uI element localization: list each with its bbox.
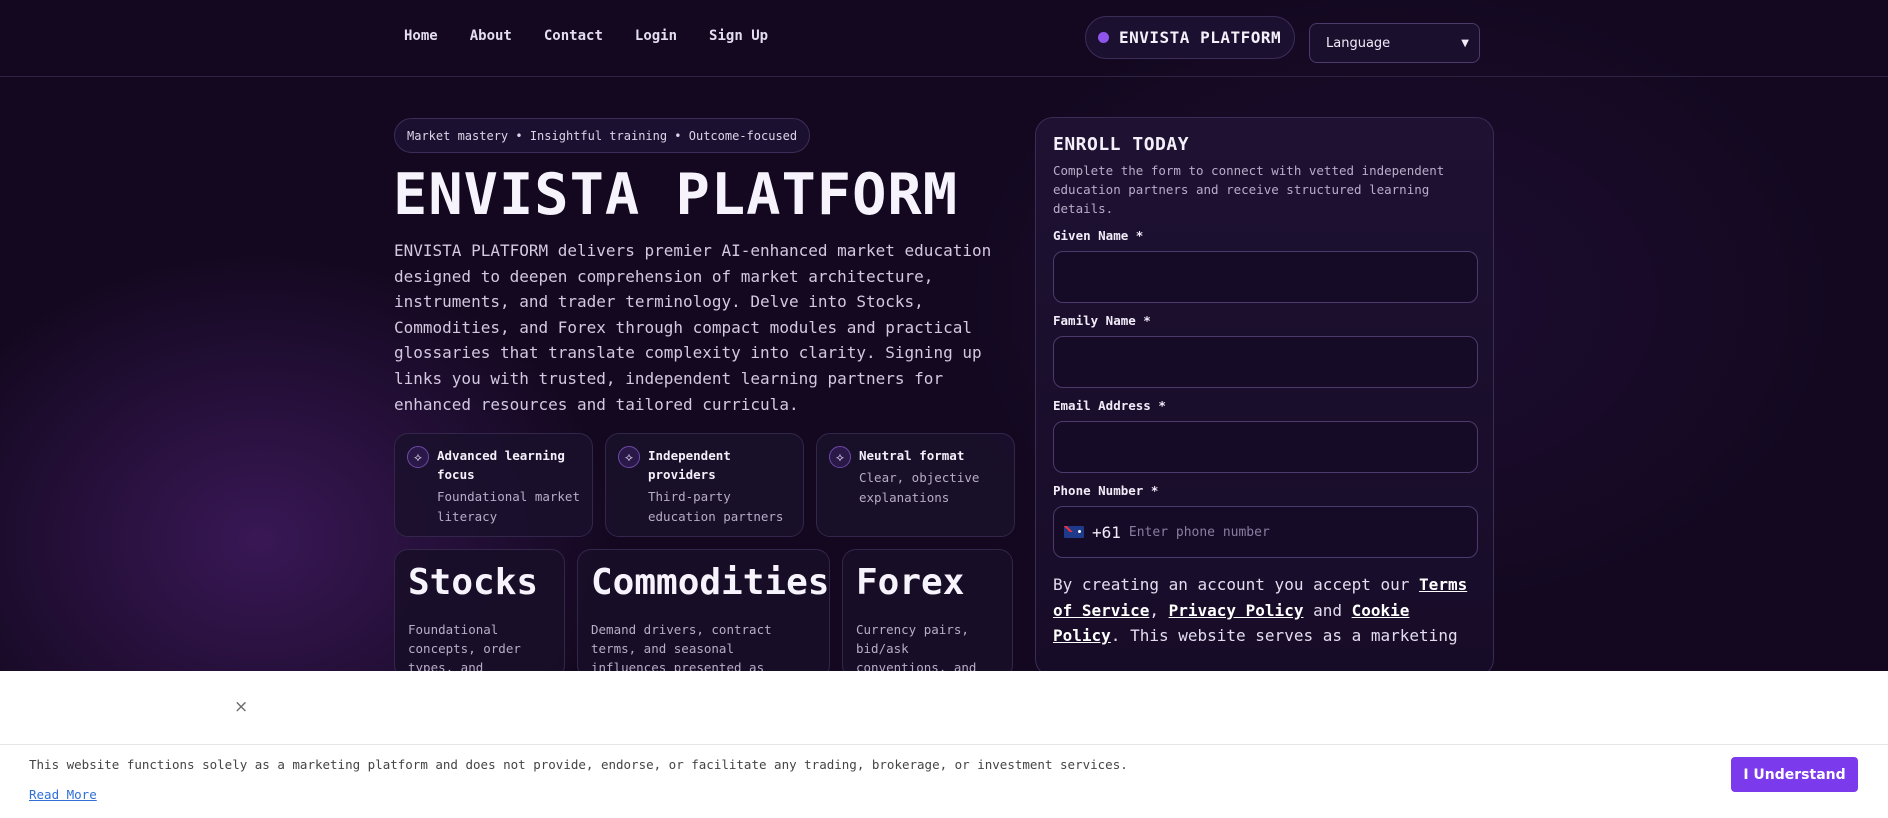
banner-divider (0, 744, 1888, 745)
chevron-down-icon: ▼ (1461, 37, 1469, 49)
market-card-forex[interactable]: Forex Currency pairs, bid/ask convention… (842, 549, 1013, 679)
form-title: ENROLL TODAY (1053, 134, 1190, 155)
market-card-title: Forex (856, 562, 965, 603)
phone-country-code[interactable]: +61 (1092, 523, 1121, 542)
feature-title: Neutral format (859, 448, 965, 463)
feature-title: Advanced learning focus (437, 448, 565, 482)
phone-input[interactable] (1128, 524, 1449, 540)
terms-text: By creating an account you accept our Te… (1053, 572, 1478, 649)
language-select[interactable]: Language ▼ (1309, 23, 1480, 63)
brand-badge[interactable]: ENVISTA PLATFORM (1085, 16, 1295, 59)
hero-description: ENVISTA PLATFORM delivers premier AI-enh… (394, 241, 992, 414)
feature-card: ⟡ Advanced learning focus Foundational m… (394, 433, 593, 537)
read-more-link[interactable]: Read More (29, 787, 97, 802)
diamond-icon: ⟡ (829, 446, 851, 468)
disclaimer-banner: × This website functions solely as a mar… (0, 671, 1888, 818)
given-name-input[interactable] (1053, 251, 1478, 303)
nav-signup-link[interactable]: Sign Up (709, 28, 768, 44)
brand-name: ENVISTA PLATFORM (1119, 28, 1282, 47)
phone-field: +61 (1053, 506, 1478, 558)
language-select-value: Language (1326, 35, 1391, 51)
form-subtitle: Complete the form to connect with vetted… (1053, 163, 1445, 216)
market-card-commodities[interactable]: Commodities Demand drivers, contract ter… (577, 549, 830, 679)
terms-prefix: By creating an account you accept our (1053, 575, 1420, 594)
feature-title: Independent providers (648, 448, 731, 482)
feature-card: ⟡ Independent providers Third-party educ… (605, 433, 804, 537)
market-card-title: Stocks (408, 562, 539, 603)
enroll-form: ENROLL TODAY Complete the form to connec… (1035, 117, 1494, 677)
i-understand-button[interactable]: I Understand (1731, 757, 1858, 792)
diamond-icon: ⟡ (618, 446, 640, 468)
feature-list: ⟡ Advanced learning focus Foundational m… (394, 433, 1015, 537)
market-cards: Stocks Foundational concepts, order type… (394, 549, 1013, 679)
australia-flag-icon[interactable] (1064, 526, 1084, 538)
main-nav: Home About Contact Login Sign Up (404, 28, 768, 44)
email-input[interactable] (1053, 421, 1478, 473)
disclaimer-text: This website functions solely as a marke… (29, 757, 1128, 772)
close-icon[interactable]: × (234, 697, 248, 717)
terms-separator: and (1303, 600, 1352, 620)
feature-subtitle: Third-party education partners (648, 489, 784, 524)
market-card-stocks[interactable]: Stocks Foundational concepts, order type… (394, 549, 565, 679)
market-card-description: Foundational concepts, order types, and (408, 622, 521, 675)
terms-suffix: . This website serves as a marketing (1110, 626, 1458, 646)
email-label: Email Address * (1053, 398, 1166, 413)
nav-about-link[interactable]: About (470, 28, 512, 44)
hero-title: ENVISTA PLATFORM (393, 162, 959, 228)
nav-contact-link[interactable]: Contact (544, 28, 603, 44)
family-name-input[interactable] (1053, 336, 1478, 388)
nav-login-link[interactable]: Login (635, 28, 677, 44)
brand-dot-icon (1098, 32, 1109, 43)
diamond-icon: ⟡ (407, 446, 429, 468)
phone-label: Phone Number * (1053, 483, 1159, 498)
market-card-title: Commodities (591, 562, 830, 603)
feature-card: ⟡ Neutral format Clear, objective explan… (816, 433, 1015, 537)
given-name-label: Given Name * (1053, 228, 1144, 243)
top-navbar: Home About Contact Login Sign Up ENVISTA… (0, 0, 1888, 77)
nav-home-link[interactable]: Home (404, 28, 438, 44)
family-name-label: Family Name * (1053, 313, 1151, 328)
feature-subtitle: Clear, objective explanations (859, 470, 980, 505)
terms-separator: , (1149, 600, 1169, 620)
feature-subtitle: Foundational market literacy (437, 489, 580, 524)
privacy-policy-link[interactable]: Privacy Policy (1169, 601, 1304, 620)
hero-tagline: Market mastery • Insightful training • O… (394, 118, 811, 153)
